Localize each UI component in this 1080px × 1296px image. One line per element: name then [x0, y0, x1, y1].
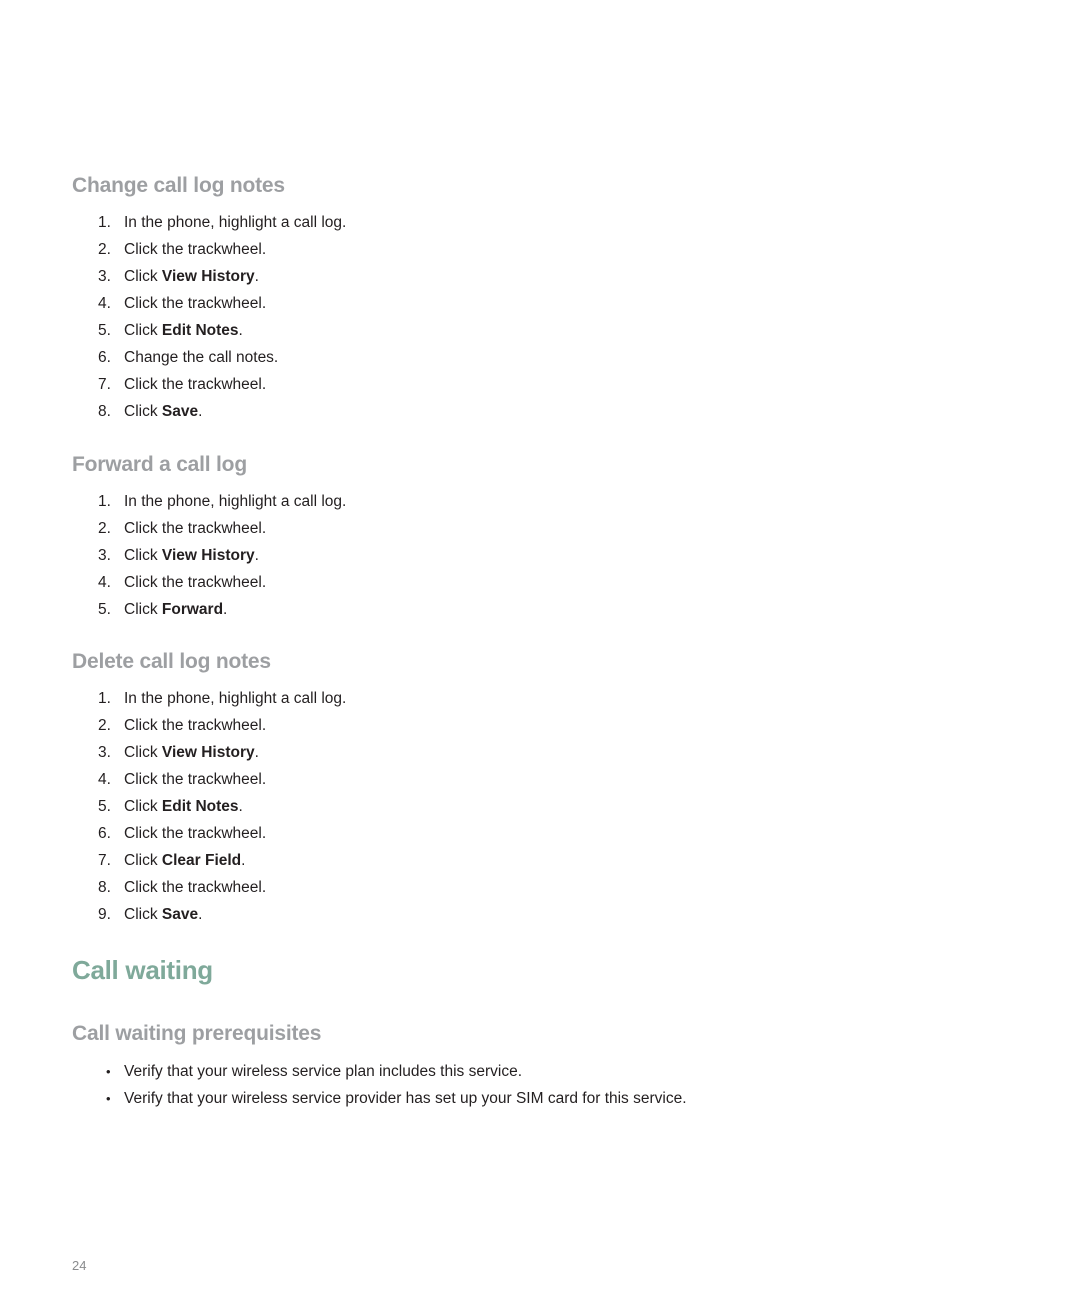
section-heading-call-waiting-prerequisites: Call waiting prerequisites	[72, 1022, 322, 1045]
list-item-text: Verify that your wireless service provid…	[124, 1090, 687, 1107]
step-menu-item-name: Edit Notes	[161, 322, 239, 339]
step-number: 2.	[98, 520, 111, 537]
step-number: 5.	[98, 798, 111, 815]
step-number: 1.	[98, 214, 111, 231]
step-number: 7.	[98, 852, 111, 869]
step-text: In the phone, highlight a call log.	[124, 685, 346, 712]
step-text: Click the trackwheel.	[124, 766, 266, 793]
step-menu-item-name: Save	[161, 403, 199, 420]
step-text-plain: Click the trackwheel.	[124, 241, 267, 258]
step-text: Click View History.	[124, 739, 259, 766]
step-text-plain: Click	[124, 852, 162, 869]
step-text: In the phone, highlight a call log.	[124, 209, 346, 236]
step-text-plain: In the phone, highlight a call log.	[124, 214, 347, 231]
step-text-plain: In the phone, highlight a call log.	[124, 493, 347, 510]
step-text-plain: Click the trackwheel.	[124, 295, 267, 312]
step-text-suffix: .	[238, 322, 243, 339]
step-text-plain: Click	[124, 403, 162, 420]
step-text: Click the trackwheel.	[124, 515, 266, 542]
step-text-plain: Click the trackwheel.	[124, 376, 267, 393]
step-text-plain: Click	[124, 906, 162, 923]
step-number: 5.	[98, 601, 111, 618]
step-text-suffix: .	[254, 744, 259, 761]
step-number: 9.	[98, 906, 111, 923]
step-number: 2.	[98, 241, 111, 258]
step-number: 6.	[98, 825, 111, 842]
step-text-suffix: .	[198, 403, 203, 420]
list-item-text: Verify that your wireless service plan i…	[124, 1063, 522, 1080]
step-number: 1.	[98, 690, 111, 707]
document-page: Change call log notes 1. In the phone, hi…	[0, 0, 1080, 1296]
step-menu-item-name: View History	[161, 744, 255, 761]
step-text: Click View History.	[124, 263, 259, 290]
step-text: Click the trackwheel.	[124, 712, 266, 739]
step-text: Click Save.	[124, 901, 202, 928]
step-text: Click the trackwheel.	[124, 874, 266, 901]
step-text: Click Forward.	[124, 596, 227, 623]
step-number: 7.	[98, 376, 111, 393]
step-text-suffix: .	[198, 906, 203, 923]
step-text-plain: Click	[124, 547, 162, 564]
step-menu-item-name: Clear Field	[161, 852, 242, 869]
step-text-suffix: .	[254, 268, 259, 285]
step-text-plain: Click	[124, 322, 162, 339]
step-text-suffix: .	[238, 798, 243, 815]
step-number: 8.	[98, 879, 111, 896]
step-number: 3.	[98, 268, 111, 285]
step-text: Click the trackwheel.	[124, 569, 266, 596]
step-menu-item-name: Edit Notes	[161, 798, 239, 815]
step-text: Click the trackwheel.	[124, 820, 266, 847]
step-text-plain: Click the trackwheel.	[124, 574, 267, 591]
step-text-plain: Click the trackwheel.	[124, 771, 267, 788]
step-text: Click the trackwheel.	[124, 236, 266, 263]
step-number: 5.	[98, 322, 111, 339]
step-text: Click Save.	[124, 398, 202, 425]
step-text-plain: Change the call notes.	[124, 349, 279, 366]
bullet-icon: •	[106, 1064, 111, 1079]
step-menu-item-name: View History	[161, 268, 255, 285]
step-text-plain: Click the trackwheel.	[124, 520, 267, 537]
step-text-plain: Click	[124, 744, 162, 761]
step-number: 4.	[98, 574, 111, 591]
step-number: 8.	[98, 403, 111, 420]
step-text: Click the trackwheel.	[124, 371, 266, 398]
step-menu-item-name: Forward	[161, 601, 224, 618]
step-menu-item-name: Save	[161, 906, 199, 923]
step-text-plain: Click the trackwheel.	[124, 717, 267, 734]
step-text-plain: Click the trackwheel.	[124, 825, 267, 842]
step-number: 3.	[98, 744, 111, 761]
step-text: Click Edit Notes.	[124, 317, 243, 344]
step-text: Click Edit Notes.	[124, 793, 243, 820]
step-number: 4.	[98, 295, 111, 312]
page-number: 24	[72, 1258, 87, 1273]
step-text-plain: Click	[124, 601, 162, 618]
step-number: 3.	[98, 547, 111, 564]
step-text: In the phone, highlight a call log.	[124, 488, 346, 515]
step-text: Click Clear Field.	[124, 847, 245, 874]
step-text: Click the trackwheel.	[124, 290, 266, 317]
step-menu-item-name: View History	[161, 547, 255, 564]
step-number: 2.	[98, 717, 111, 734]
step-text-plain: Click	[124, 798, 162, 815]
step-text-plain: Click the trackwheel.	[124, 879, 267, 896]
step-number: 1.	[98, 493, 111, 510]
step-text: Change the call notes.	[124, 344, 278, 371]
step-text-suffix: .	[254, 547, 259, 564]
step-text-suffix: .	[241, 852, 246, 869]
section-heading-forward-a-call-log: Forward a call log	[72, 453, 247, 476]
bullet-icon: •	[106, 1091, 111, 1106]
step-text-suffix: .	[223, 601, 228, 618]
chapter-heading-call-waiting: Call waiting	[72, 955, 213, 985]
section-heading-change-call-log-notes: Change call log notes	[72, 174, 285, 197]
section-heading-delete-call-log-notes: Delete call log notes	[72, 650, 271, 673]
step-text-plain: In the phone, highlight a call log.	[124, 690, 347, 707]
step-number: 6.	[98, 349, 111, 366]
step-text-plain: Click	[124, 268, 162, 285]
step-number: 4.	[98, 771, 111, 788]
step-text: Click View History.	[124, 542, 259, 569]
